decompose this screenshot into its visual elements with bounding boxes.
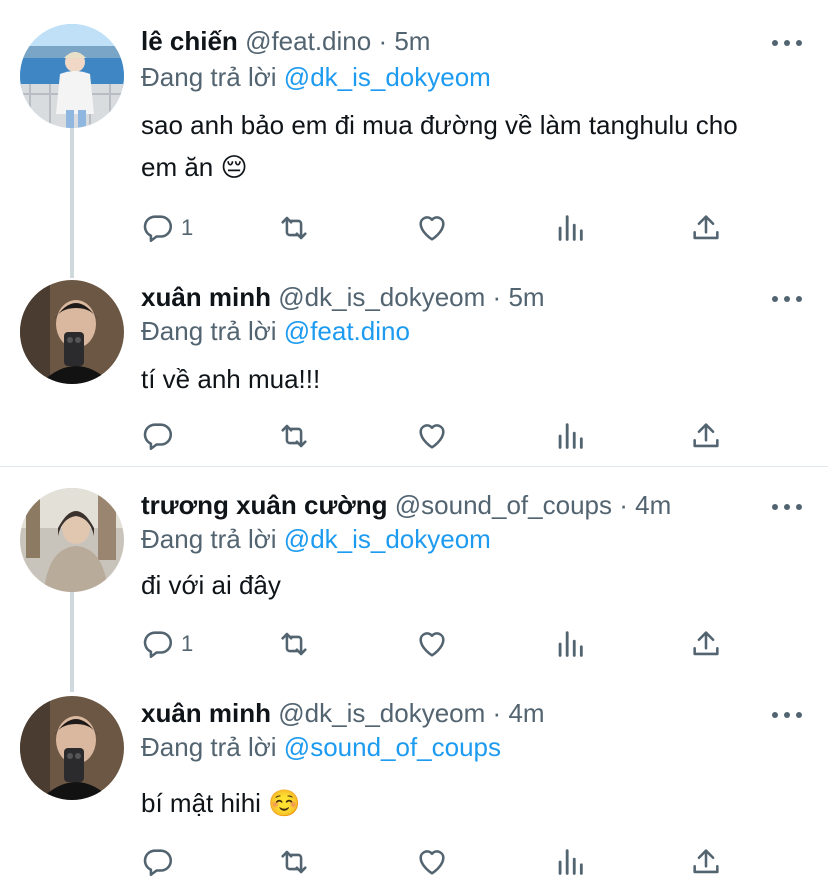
avatar[interactable] xyxy=(20,696,124,800)
more-icon[interactable] xyxy=(772,38,802,48)
views-button[interactable] xyxy=(553,210,587,246)
replying-to-handle[interactable]: @feat.dino xyxy=(284,316,410,346)
heart-icon xyxy=(419,850,445,875)
thread-line xyxy=(70,128,74,278)
reply-button[interactable]: 1 xyxy=(141,626,193,662)
reply-icon xyxy=(143,631,173,659)
retweet-button[interactable] xyxy=(277,210,311,246)
display-name[interactable]: lê chiến xyxy=(141,26,238,56)
replying-to: Đang trả lời @sound_of_coups xyxy=(141,730,501,764)
more-icon[interactable] xyxy=(772,294,802,304)
username[interactable]: @dk_is_dokyeom xyxy=(278,282,485,312)
replying-to-handle[interactable]: @sound_of_coups xyxy=(284,732,501,762)
analytics-icon xyxy=(558,423,583,449)
tweet-text: bí mật hihi ☺️ xyxy=(141,788,301,818)
retweet-icon xyxy=(281,632,307,656)
action-bar: 1 xyxy=(141,626,741,662)
tweet-text: sao anh bảo em đi mua đường về làm tangh… xyxy=(141,110,738,182)
more-icon[interactable] xyxy=(772,710,802,720)
replying-to-label: Đang trả lời xyxy=(141,524,277,554)
display-name[interactable]: trương xuân cường xyxy=(141,490,388,520)
tweet-header: lê chiến @feat.dino · 5m xyxy=(141,24,430,58)
like-button[interactable] xyxy=(415,844,449,880)
more-icon[interactable] xyxy=(772,502,802,512)
reply-count: 1 xyxy=(181,215,194,240)
views-button[interactable] xyxy=(553,418,587,454)
reply-icon xyxy=(143,849,173,877)
reply-button[interactable] xyxy=(141,418,181,454)
share-button[interactable] xyxy=(689,844,723,880)
replying-to-label: Đang trả lời xyxy=(141,732,277,762)
views-button[interactable] xyxy=(553,626,587,662)
avatar[interactable] xyxy=(20,24,124,128)
tweet-text: đi với ai đây xyxy=(141,570,281,600)
separator: · xyxy=(619,490,628,520)
retweet-button[interactable] xyxy=(277,844,311,880)
heart-icon xyxy=(419,216,445,241)
timestamp[interactable]: 4m xyxy=(635,490,671,520)
retweet-icon xyxy=(281,216,307,240)
username[interactable]: @sound_of_coups xyxy=(395,490,612,520)
retweet-icon xyxy=(281,850,307,874)
thread-line xyxy=(70,592,74,692)
avatar[interactable] xyxy=(20,280,124,384)
replying-to-label: Đang trả lời xyxy=(141,316,277,346)
avatar[interactable] xyxy=(20,488,124,592)
retweet-icon xyxy=(281,424,307,448)
display-name[interactable]: xuân minh xyxy=(141,282,271,312)
reply-count: 1 xyxy=(181,631,194,656)
like-button[interactable] xyxy=(415,418,449,454)
reply-icon xyxy=(143,423,173,451)
reply-button[interactable] xyxy=(141,844,181,880)
share-button[interactable] xyxy=(689,626,723,662)
reply-icon xyxy=(143,215,173,243)
replying-to: Đang trả lời @feat.dino xyxy=(141,314,410,348)
share-icon xyxy=(693,631,719,656)
username[interactable]: @dk_is_dokyeom xyxy=(278,698,485,728)
action-bar xyxy=(141,418,741,454)
tweet-header: xuân minh @dk_is_dokyeom · 5m xyxy=(141,280,545,314)
share-icon xyxy=(693,423,719,448)
analytics-icon xyxy=(558,215,583,241)
heart-icon xyxy=(419,424,445,449)
tweet-text: tí về anh mua!!! xyxy=(141,364,321,394)
heart-icon xyxy=(419,632,445,657)
timestamp[interactable]: 5m xyxy=(394,26,430,56)
separator: · xyxy=(492,282,502,312)
share-button[interactable] xyxy=(689,210,723,246)
like-button[interactable] xyxy=(415,210,449,246)
replying-to-handle[interactable]: @dk_is_dokyeom xyxy=(284,62,491,92)
share-button[interactable] xyxy=(689,418,723,454)
replying-to-label: Đang trả lời xyxy=(141,62,277,92)
reply-button[interactable]: 1 xyxy=(141,210,193,246)
analytics-icon xyxy=(558,849,583,875)
share-icon xyxy=(693,849,719,874)
tweet-header: trương xuân cường @sound_of_coups · 4m xyxy=(141,488,671,522)
display-name[interactable]: xuân minh xyxy=(141,698,271,728)
replying-to: Đang trả lời @dk_is_dokyeom xyxy=(141,522,491,556)
thread-divider xyxy=(0,466,828,467)
replying-to: Đang trả lời @dk_is_dokyeom xyxy=(141,60,491,94)
like-button[interactable] xyxy=(415,626,449,662)
retweet-button[interactable] xyxy=(277,418,311,454)
timestamp[interactable]: 5m xyxy=(508,282,544,312)
action-bar: 1 xyxy=(141,210,741,246)
share-icon xyxy=(693,215,719,240)
timestamp[interactable]: 4m xyxy=(508,698,544,728)
action-bar xyxy=(141,844,741,880)
separator: · xyxy=(378,26,388,56)
username[interactable]: @feat.dino xyxy=(245,26,371,56)
separator: · xyxy=(492,698,502,728)
views-button[interactable] xyxy=(553,844,587,880)
tweet-header: xuân minh @dk_is_dokyeom · 4m xyxy=(141,696,545,730)
analytics-icon xyxy=(558,631,583,657)
replying-to-handle[interactable]: @dk_is_dokyeom xyxy=(284,524,491,554)
retweet-button[interactable] xyxy=(277,626,311,662)
